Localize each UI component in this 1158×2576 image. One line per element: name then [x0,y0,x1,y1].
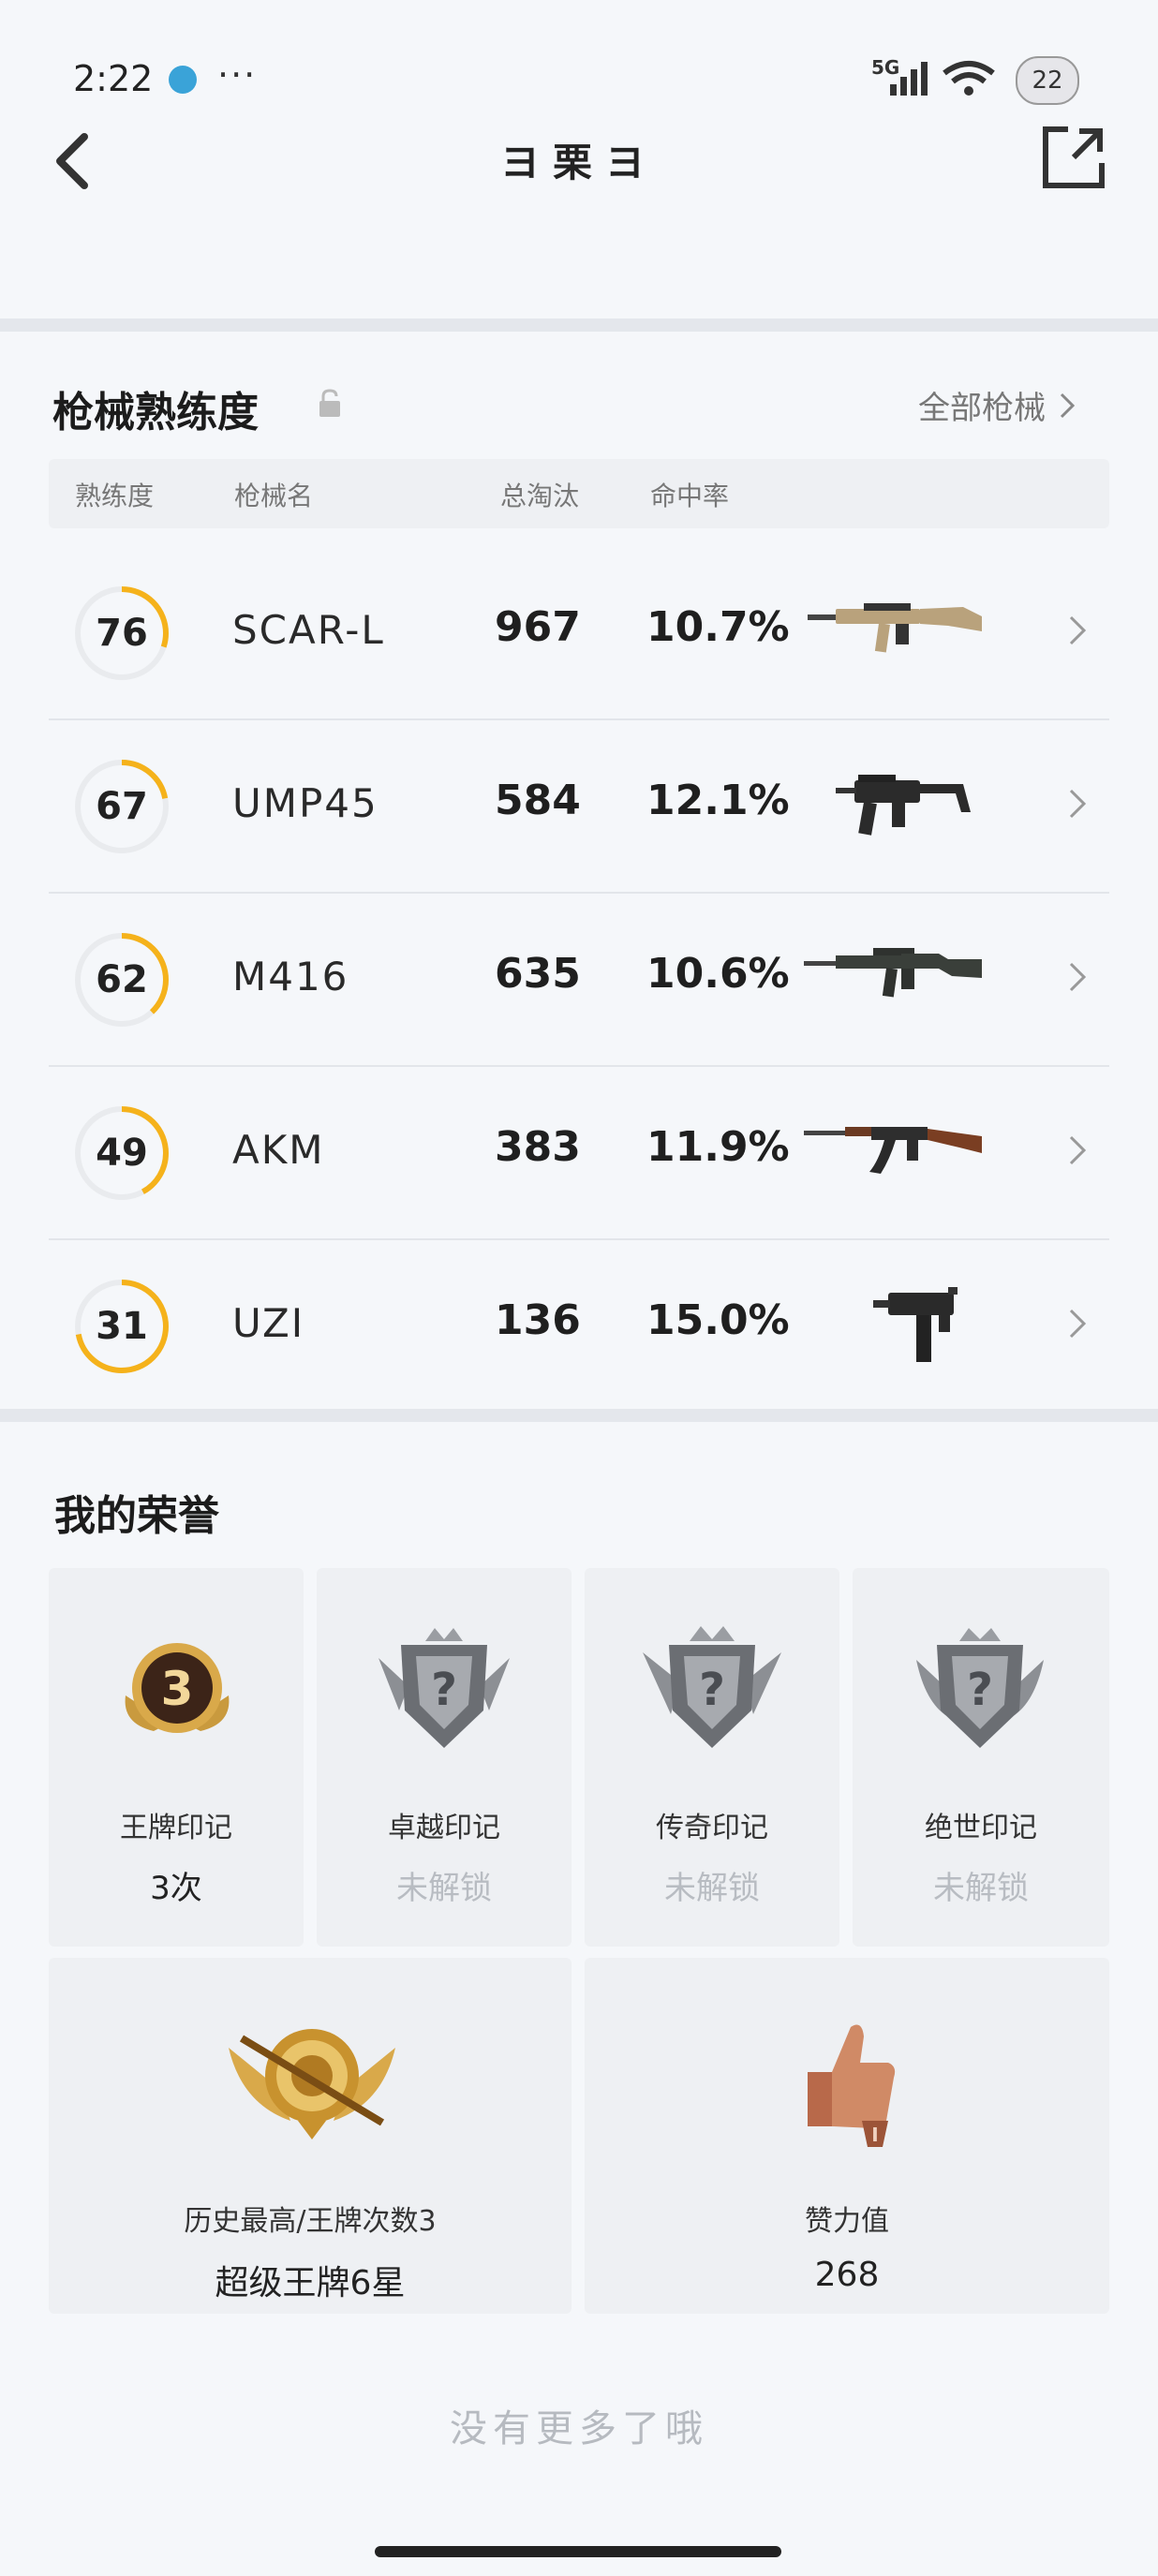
weapon-hit-rate: 15.0% [646,1296,790,1344]
badge-card-excellence[interactable]: ? 卓越印记 未解锁 [317,1568,572,1947]
section-divider [0,318,1158,332]
weapon-hit-rate: 10.7% [646,603,790,651]
locked-badge-icon: ? [379,1628,510,1748]
highest-rank-label: 历史最高/王牌次数3 [184,2205,437,2238]
chevron-right-icon [1069,615,1087,645]
chevron-right-icon [1069,1309,1087,1339]
badge-label: 王牌印记 [120,1812,232,1844]
likes-value: 268 [814,2256,880,2294]
proficiency-level: 67 [96,785,148,828]
weapon-name: UMP45 [232,780,379,826]
scar-l-image [808,603,982,653]
likes-label: 赞力值 [805,2205,889,2238]
col-hit-rate: 命中率 [650,481,730,511]
col-kills: 总淘汰 [500,481,580,511]
weapon-row-m416[interactable]: 62 M416 635 10.6% [49,892,1109,1067]
highest-rank-value: 超级王牌6星 [215,2264,406,2302]
proficiency-level: 31 [96,1305,148,1348]
locked-badge-mark: ? [967,1664,993,1716]
col-proficiency: 熟练度 [75,481,155,511]
m416-image [804,948,982,998]
chevron-right-icon [1069,962,1087,992]
battery-indicator: 22 [1016,56,1079,105]
section-divider [0,1409,1158,1422]
ace-rank-emblem-icon [229,2029,395,2139]
svg-text:I: I [871,2124,878,2146]
akm-image [804,1127,982,1174]
highest-rank-card[interactable]: 历史最高/王牌次数3 超级王牌6星 [49,1958,572,2314]
locked-badge-mark: ? [699,1664,725,1716]
badge-label: 绝世印记 [925,1812,1037,1844]
weapon-kills: 136 [495,1296,581,1344]
weapon-name: M416 [232,954,349,999]
badge-card-unrivaled[interactable]: ? 绝世印记 未解锁 [853,1568,1109,1947]
badge-value: 3次 [150,1870,202,1907]
proficiency-level: 76 [96,612,148,655]
locked-badge-icon: ? [916,1628,1044,1748]
ace-badge-number: 3 [161,1662,194,1716]
col-weapon-name: 枪械名 [234,481,314,511]
all-weapons-label: 全部枪械 [918,390,1046,427]
lock-icon [319,389,340,417]
app-notification-icon [169,66,197,94]
weapon-kills: 584 [495,777,581,824]
weapon-kills: 635 [495,950,581,998]
ump45-image [836,775,971,836]
weapon-hit-rate: 10.6% [646,950,790,998]
locked-badge-mark: ? [431,1664,457,1716]
weapon-kills: 383 [495,1123,581,1171]
badge-value: 未解锁 [664,1870,760,1907]
home-indicator[interactable] [375,2546,781,2557]
weapon-row-scar-l[interactable]: 76 SCAR-L 967 10.7% [49,545,1109,720]
weapon-proficiency-title: 枪械熟练度 [52,389,259,437]
chevron-right-icon [1069,1135,1087,1165]
weapon-kills: 967 [495,603,581,651]
weapon-row-akm[interactable]: 49 AKM 383 11.9% [49,1065,1109,1240]
thumbs-up-icon: I [808,2024,896,2147]
ace-badge-icon: 3 [125,1643,230,1733]
chevron-right-icon [1060,392,1076,418]
weapon-row-ump45[interactable]: 67 UMP45 584 12.1% [49,718,1109,894]
all-weapons-link[interactable]: 全部枪械 [918,382,1076,428]
weapon-name: SCAR-L [232,607,385,653]
share-button[interactable] [1040,124,1107,191]
more-notifications-icon: ··· [217,54,258,96]
uzi-image [873,1287,958,1362]
chevron-right-icon [1069,789,1087,819]
badge-value: 未解锁 [396,1870,492,1907]
weapon-row-uzi[interactable]: 31 UZI 136 15.0% [49,1238,1109,1412]
badge-label: 卓越印记 [388,1812,500,1844]
likes-card[interactable]: I 赞力值 268 [585,1958,1109,2314]
badge-value: 未解锁 [933,1870,1029,1907]
honors-title: 我的荣誉 [54,1492,219,1540]
signal-icon [890,62,928,96]
proficiency-level: 62 [96,958,148,1001]
weapon-name: UZI [232,1300,305,1346]
badge-label: 传奇印记 [656,1812,768,1844]
weapon-name: AKM [232,1127,325,1173]
status-time: 2:22 [73,58,154,99]
badge-card-legend[interactable]: ? 传奇印记 未解锁 [585,1568,839,1947]
badge-card-ace[interactable]: 3 王牌印记 3次 [49,1568,304,1947]
wifi-icon [943,61,995,96]
locked-badge-icon: ? [643,1626,781,1748]
no-more-footer: 没有更多了哦 [450,2407,708,2450]
weapon-hit-rate: 12.1% [646,777,790,824]
proficiency-level: 49 [96,1132,148,1175]
weapon-hit-rate: 11.9% [646,1123,790,1171]
page-title: ヨ栗ヨ [499,140,658,185]
